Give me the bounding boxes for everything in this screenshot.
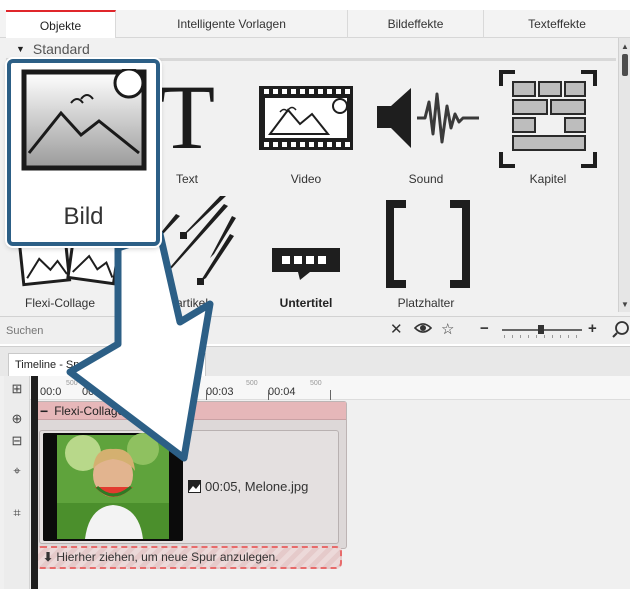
object-tabbar: Objekte Intelligente Vorlagen Bildeffekt…: [0, 10, 630, 39]
object-untertitel[interactable]: [270, 246, 342, 282]
object-kapitel-label: Kapitel: [529, 172, 567, 186]
new-track-dropzone[interactable]: ⬇ Hierher ziehen, um neue Spur anzulegen…: [35, 546, 342, 569]
ruler-minor-label: 500: [310, 380, 322, 387]
object-panel-scrollbar[interactable]: ▲ ▼: [618, 38, 630, 312]
timeline-area: ⊞ ⊕ ⊟ ⌖ ⌗ 00:0 00:0 00:03 00:04 500 500 …: [0, 376, 630, 589]
object-bild-label: Bild: [63, 203, 104, 230]
object-partikel-label: Partikel: [167, 296, 208, 310]
ruler-minor-label: 500: [186, 380, 198, 387]
clip-info: 00:05, Melone.jpg: [188, 479, 308, 494]
tab-objekte[interactable]: Objekte: [6, 10, 116, 39]
ruler-label: 00:03: [206, 386, 234, 398]
zoom-in-icon[interactable]: +: [588, 320, 597, 337]
drop-hint-label: Hierher ziehen, um neue Spur anzulegen.: [56, 550, 279, 564]
zoom-out-icon[interactable]: −: [480, 320, 489, 337]
ruler-label: 00:0: [40, 386, 62, 398]
zoom-fit-icon[interactable]: ⌗: [8, 504, 26, 522]
clip-thumbnail: [43, 433, 183, 541]
track-name: Flexi-Collage: [54, 403, 125, 418]
ruler-label: 00:0: [82, 386, 104, 398]
object-video[interactable]: [258, 84, 354, 152]
time-ruler[interactable]: 00:0 00:0 00:03 00:04 500 500 500 500: [30, 376, 630, 400]
tab-texteffekte[interactable]: Texteffekte: [484, 10, 630, 38]
text-icon: T: [159, 66, 215, 168]
zoom-slider[interactable]: [502, 325, 582, 339]
object-bild[interactable]: Bild: [7, 59, 160, 246]
image-icon: [188, 480, 201, 493]
object-flexi-collage-label: Flexi-Collage: [24, 296, 96, 310]
timeline-toolbar: ⊞ ⊕ ⊟ ⌖ ⌗: [4, 376, 30, 589]
group-label: Standard: [32, 41, 90, 57]
object-platzhalter[interactable]: [382, 200, 474, 288]
track-flexi-collage[interactable]: − Flexi-Collage 00:05, Melone.jpg: [33, 401, 347, 549]
image-clip[interactable]: 00:05, Melone.jpg: [39, 430, 339, 544]
object-video-label: Video: [290, 172, 322, 186]
object-text[interactable]: T: [159, 66, 220, 168]
placeholder-icon: [386, 200, 470, 288]
scroll-down-icon[interactable]: ▼: [619, 300, 630, 309]
group-header-standard[interactable]: ▼ Standard: [16, 41, 90, 57]
object-platzhalter-label: Platzhalter: [397, 296, 455, 310]
app-window: Objekte Intelligente Vorlagen Bildeffekt…: [0, 0, 630, 589]
object-untertitel-label: Untertitel: [279, 296, 333, 310]
ruler-tick: [330, 390, 331, 400]
fit-tool-icon[interactable]: ⌖: [8, 462, 26, 480]
drop-arrow-icon: ⬇: [43, 550, 54, 564]
tab-timeline[interactable]: Timeline - Spur: [8, 353, 206, 377]
timeline-tabbar: Timeline - Spur: [0, 346, 630, 377]
clip-label: 00:05, Melone.jpg: [205, 479, 309, 494]
ruler-minor-label: 500: [66, 380, 78, 387]
subtitle-icon: [272, 248, 340, 280]
svg-text:T: T: [160, 78, 215, 158]
star-icon[interactable]: ☆: [441, 320, 454, 338]
ruler-tick: [268, 390, 269, 400]
add-track-icon[interactable]: ⊕: [8, 410, 26, 428]
object-sound[interactable]: [375, 80, 485, 156]
object-kapitel[interactable]: [499, 70, 597, 168]
playhead[interactable]: [31, 376, 38, 589]
eye-icon[interactable]: [413, 320, 433, 340]
tab-intelligente-vorlagen[interactable]: Intelligente Vorlagen: [116, 10, 348, 38]
scroll-thumb[interactable]: [622, 54, 628, 76]
collapse-track-icon[interactable]: −: [40, 404, 48, 418]
tab-bildeffekte[interactable]: Bildeffekte: [348, 10, 484, 38]
scroll-up-icon[interactable]: ▲: [619, 42, 630, 51]
search-bar: ✕ ☆ − +: [0, 316, 630, 344]
remove-track-icon[interactable]: ⊟: [8, 432, 26, 450]
zoom-icon[interactable]: [612, 320, 630, 342]
image-icon: [21, 69, 147, 171]
collapse-triangle-icon[interactable]: ▼: [16, 44, 25, 54]
speaker-icon: [377, 88, 479, 148]
object-sound-label: Sound: [408, 172, 444, 186]
ruler-minor-label: 500: [246, 380, 258, 387]
ruler-tick: [206, 390, 207, 400]
chapter-icon: [499, 70, 597, 168]
ruler-label: 00:04: [268, 386, 296, 398]
video-icon: [259, 86, 353, 150]
track-header[interactable]: − Flexi-Collage: [34, 402, 346, 420]
search-input[interactable]: [6, 322, 306, 340]
clear-icon[interactable]: ✕: [390, 320, 403, 338]
snap-tool-icon[interactable]: ⊞: [8, 380, 26, 398]
